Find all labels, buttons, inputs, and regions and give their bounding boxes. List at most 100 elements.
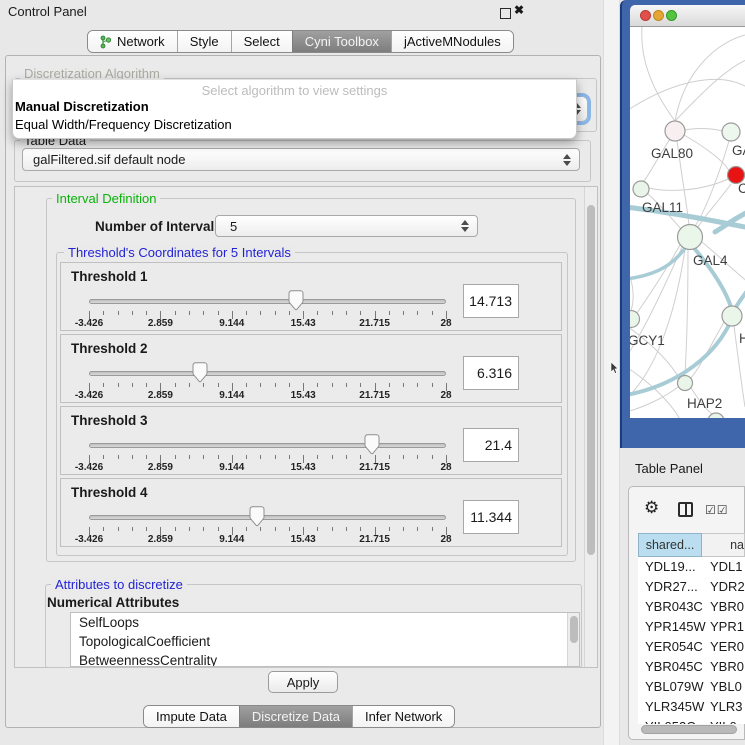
cell-shared-name[interactable]: YBR045C <box>638 657 703 677</box>
threshold-label: Threshold 1 <box>71 269 148 284</box>
cell-name[interactable]: YLR3 <box>703 697 745 717</box>
network-view-canvas[interactable]: GAL80GACGAL11GAL4GCY1HHAP2 <box>630 27 745 418</box>
tab-select[interactable]: Select <box>231 31 292 52</box>
network-edge[interactable] <box>675 35 745 121</box>
cell-name[interactable]: YBL0 <box>703 677 745 697</box>
network-edge[interactable] <box>642 27 675 121</box>
settings-scrollbar[interactable] <box>584 187 597 667</box>
network-edge[interactable] <box>675 59 745 121</box>
threshold-value-field[interactable]: 21.4 <box>463 428 519 462</box>
attributes-scrollbar-thumb[interactable] <box>570 616 578 643</box>
columns-icon[interactable] <box>678 502 693 517</box>
network-node-hap2[interactable] <box>678 376 693 391</box>
network-edge-highlighted[interactable] <box>736 284 745 307</box>
table-row[interactable]: YDR27...YDR2 <box>638 577 745 597</box>
node-attribute-table[interactable]: shared... na YDL19...YDL1YDR27...YDR2YBR… <box>638 533 745 724</box>
table-row[interactable]: YDL19...YDL1 <box>638 557 745 577</box>
table-row[interactable]: YBL079WYBL0 <box>638 677 745 697</box>
column-header-shared-name[interactable]: shared... <box>638 533 702 557</box>
slider-track[interactable] <box>89 515 446 520</box>
network-node-ga[interactable] <box>722 123 740 141</box>
network-edge[interactable] <box>685 128 722 131</box>
table-data-select[interactable]: galFiltered.sif default node <box>22 148 580 171</box>
cell-name[interactable]: YPR1 <box>703 617 745 637</box>
cell-shared-name[interactable]: YER054C <box>638 637 703 657</box>
zoom-traffic-light[interactable] <box>666 10 677 21</box>
table-row[interactable]: YIL052CYIL0 <box>638 717 745 724</box>
stepper-arrows-icon <box>461 220 469 232</box>
table-row[interactable]: YBR045CYBR0 <box>638 657 745 677</box>
column-header-name[interactable]: na <box>702 533 745 557</box>
cell-name[interactable]: YDL1 <box>703 557 745 577</box>
close-traffic-light[interactable] <box>640 10 651 21</box>
network-edge[interactable] <box>637 245 680 313</box>
tab-cyni-toolbox[interactable]: Cyni Toolbox <box>292 31 391 52</box>
threshold-value-field[interactable]: 6.316 <box>463 356 519 390</box>
float-window-icon[interactable] <box>500 8 511 19</box>
numerical-attributes-list[interactable]: SelfLoopsTopologicalCoefficientBetweenne… <box>70 612 580 667</box>
apply-button[interactable]: Apply <box>268 671 338 693</box>
network-edge[interactable] <box>630 277 633 310</box>
tab-discretize-data[interactable]: Discretize Data <box>239 706 352 727</box>
cell-name[interactable]: YIL0 <box>703 717 745 724</box>
cell-shared-name[interactable]: YDL19... <box>638 557 703 577</box>
minimize-traffic-light[interactable] <box>653 10 664 21</box>
network-edge-highlighted[interactable] <box>630 247 686 279</box>
tab-jactivemnodules[interactable]: jActiveMNodules <box>391 31 513 52</box>
attribute-list-item[interactable]: SelfLoops <box>71 613 579 632</box>
network-edge[interactable] <box>691 322 724 378</box>
tab-style[interactable]: Style <box>177 31 231 52</box>
cell-name[interactable]: YBR0 <box>703 657 745 677</box>
checkboxes-icon[interactable]: ☑☑ <box>705 503 729 517</box>
slider-tick <box>432 383 433 387</box>
table-hscrollbar-thumb[interactable] <box>641 725 737 734</box>
slider-track[interactable] <box>89 371 446 376</box>
network-node-gal4[interactable] <box>678 225 703 250</box>
network-edge[interactable] <box>685 249 688 375</box>
tab-network[interactable]: Network <box>88 31 177 52</box>
dropdown-option-manual-discretization[interactable]: Manual Discretization <box>13 98 576 116</box>
dropdown-option-equal-width-frequency[interactable]: Equal Width/Frequency Discretization <box>13 116 576 134</box>
close-icon[interactable]: ✖ <box>514 3 524 17</box>
cell-shared-name[interactable]: YIL052C <box>638 717 703 724</box>
tab-impute-data[interactable]: Impute Data <box>144 706 239 727</box>
table-row[interactable]: YLR345WYLR3 <box>638 697 745 717</box>
cell-shared-name[interactable]: YDR27... <box>638 577 703 597</box>
slider-thumb[interactable] <box>287 290 304 311</box>
slider-tick <box>389 455 390 459</box>
attribute-list-item[interactable]: TopologicalCoefficient <box>71 632 579 651</box>
slider-thumb[interactable] <box>191 362 208 383</box>
cell-shared-name[interactable]: YPR145W <box>638 617 703 637</box>
gear-icon[interactable]: ⚙ <box>644 498 659 518</box>
network-node-gal11[interactable] <box>633 181 649 197</box>
cell-name[interactable]: YDR2 <box>703 577 745 597</box>
cell-name[interactable]: YER0 <box>703 637 745 657</box>
cell-shared-name[interactable]: YBR043C <box>638 597 703 617</box>
number-of-intervals-select[interactable]: 5 <box>215 215 478 237</box>
slider-tick <box>146 527 147 531</box>
threshold-value-field[interactable]: 14.713 <box>463 284 519 318</box>
cell-name[interactable]: YBR0 <box>703 597 745 617</box>
network-node-h[interactable] <box>722 306 742 326</box>
slider-track[interactable] <box>89 299 446 304</box>
attribute-list-item[interactable]: BetweennessCentrality <box>71 651 579 667</box>
cell-shared-name[interactable]: YLR345W <box>638 697 703 717</box>
network-node-gal80[interactable] <box>665 121 685 141</box>
table-row[interactable]: YER054CYER0 <box>638 637 745 657</box>
slider-thumb[interactable] <box>363 434 380 455</box>
network-node-gcy1[interactable] <box>630 311 640 328</box>
table-row[interactable]: YBR043CYBR0 <box>638 597 745 617</box>
cell-shared-name[interactable]: YBL079W <box>638 677 703 697</box>
tab-infer-network[interactable]: Infer Network <box>352 706 454 727</box>
attributes-scrollbar[interactable] <box>567 613 579 666</box>
slider-thumb[interactable] <box>248 506 265 527</box>
slider-track[interactable] <box>89 443 446 448</box>
network-window-titlebar[interactable] <box>630 5 745 27</box>
threshold-value-field[interactable]: 11.344 <box>463 500 519 534</box>
network-node[interactable] <box>708 413 724 418</box>
settings-scrollbar-thumb[interactable] <box>587 205 595 555</box>
slider-tick <box>218 383 219 387</box>
slider-tick-label: 2.859 <box>148 318 173 329</box>
table-row[interactable]: YPR145WYPR1 <box>638 617 745 637</box>
threshold-label: Threshold 4 <box>71 485 148 500</box>
